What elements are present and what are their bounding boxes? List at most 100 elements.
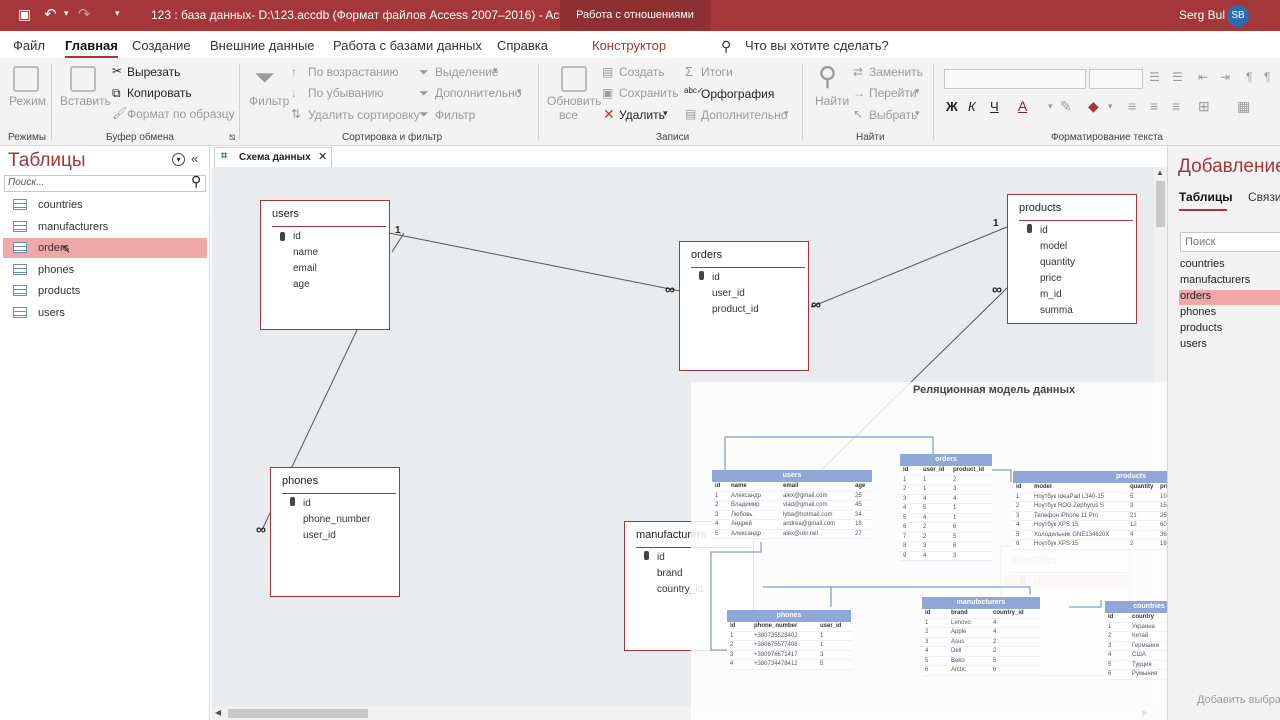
new-record-button[interactable]: Создать [619, 65, 665, 79]
sort-asc-button[interactable]: По возрастанию [308, 65, 399, 79]
nav-item-manufacturers[interactable]: manufacturers [3, 217, 207, 237]
add-item-manufacturers[interactable]: manufacturers [1179, 274, 1280, 289]
view-button[interactable]: Режим [9, 94, 46, 108]
close-tab-icon[interactable]: ✕ [318, 150, 327, 163]
align-left-icon[interactable]: ≡ [1128, 98, 1136, 114]
add-item-products[interactable]: products [1179, 322, 1280, 337]
bullets-icon[interactable]: ☰ [1149, 70, 1160, 84]
field-user-id[interactable]: user_id [712, 288, 745, 299]
refresh-all-button[interactable]: Обновить [547, 94, 601, 108]
select-button[interactable]: Выбрать [869, 108, 917, 122]
save-icon[interactable]: ▣ [18, 6, 31, 23]
field-price[interactable]: price [1040, 273, 1062, 284]
tab-relationships[interactable]: ⌗ Схема данных ✕ [214, 147, 332, 167]
cut-button[interactable]: Вырезать [127, 65, 180, 79]
font-name-select[interactable] [944, 69, 1086, 89]
scroll-left-icon[interactable]: ◀ [215, 708, 221, 717]
remove-sort-button[interactable]: Удалить сортировку [308, 108, 420, 122]
sort-desc-button[interactable]: По убыванию [308, 86, 384, 100]
alt-row-color-icon[interactable]: ▦ [1237, 98, 1250, 115]
scroll-up-icon[interactable]: ▲ [1156, 168, 1164, 177]
tab-external-data[interactable]: Внешние данные [210, 38, 315, 53]
indent-decrease-icon[interactable]: ⇤ [1198, 70, 1208, 84]
field-id[interactable]: id [293, 231, 301, 242]
copy-button[interactable]: Копировать [127, 86, 192, 100]
nav-item-phones[interactable]: phones [3, 260, 207, 280]
add-selected-button[interactable]: Добавить выбра [1197, 694, 1280, 706]
field-brand[interactable]: brand [657, 568, 683, 579]
fill-color-icon[interactable]: ◆ [1088, 98, 1099, 115]
tab-tables[interactable]: Таблицы [1179, 190, 1232, 204]
nav-menu-icon[interactable]: ▾ [172, 153, 185, 166]
field-quantity[interactable]: quantity [1040, 257, 1075, 268]
clipboard-launcher-icon[interactable]: ⧅ [229, 132, 235, 143]
save-record-button[interactable]: Сохранить [619, 86, 679, 100]
nav-item-orders[interactable]: orders ↖ [3, 238, 207, 258]
selection-button[interactable]: Выделение [435, 65, 499, 79]
tab-design[interactable]: Конструктор [592, 38, 666, 53]
tell-me-search[interactable]: Что вы хотите сделать? [745, 38, 889, 53]
undo-icon[interactable]: ↶ [44, 5, 57, 23]
tab-help[interactable]: Справка [497, 38, 548, 53]
text-direction-icon[interactable]: ¶ [1246, 70, 1252, 84]
table-card-products[interactable]: products id model quantity price m_id su… [1007, 194, 1137, 324]
tab-file[interactable]: Файл [13, 38, 45, 53]
underline-button[interactable]: Ч [990, 99, 999, 114]
replace-button[interactable]: Заменить [869, 65, 923, 79]
avatar[interactable]: SB [1227, 5, 1249, 27]
font-size-select[interactable] [1089, 69, 1143, 89]
gridlines-icon[interactable]: ⊞ [1198, 98, 1210, 115]
add-tables-search-input[interactable]: Поиск [1180, 232, 1280, 252]
table-card-users[interactable]: users id name email age [260, 200, 390, 330]
field-id[interactable]: id [303, 498, 311, 509]
scrollbar-thumb[interactable] [228, 709, 368, 718]
indent-increase-icon[interactable]: ⇥ [1220, 70, 1230, 84]
more-records-button[interactable]: Дополнительно [701, 108, 787, 122]
field-id[interactable]: id [712, 272, 720, 283]
toggle-filter-button[interactable]: Фильтр [435, 108, 475, 122]
add-item-orders[interactable]: orders [1179, 290, 1280, 305]
field-product-id[interactable]: product_id [712, 304, 759, 315]
scrollbar-thumb[interactable] [1156, 181, 1165, 227]
format-painter-button[interactable]: Формат по образцу [127, 107, 235, 121]
field-model[interactable]: model [1040, 241, 1067, 252]
totals-button[interactable]: Итоги [701, 65, 733, 79]
field-id[interactable]: id [657, 552, 665, 563]
align-right-icon[interactable]: ≡ [1172, 98, 1180, 114]
find-button[interactable]: Найти [815, 94, 849, 108]
collapse-pane-icon[interactable]: « [191, 151, 198, 166]
field-m-id[interactable]: m_id [1040, 289, 1062, 300]
tab-home[interactable]: Главная [65, 38, 118, 59]
field-phone-number[interactable]: phone_number [303, 514, 370, 525]
numbering-icon[interactable]: ☰ [1172, 70, 1183, 84]
rtl-icon[interactable]: ¶ [1264, 70, 1270, 84]
relation-line-users-orders[interactable] [388, 232, 681, 292]
table-card-phones[interactable]: phones id phone_number user_id [270, 467, 400, 597]
align-center-icon[interactable]: ≡ [1150, 98, 1158, 114]
tab-queries[interactable]: Связи [1248, 190, 1280, 204]
relation-line-orders-products[interactable] [810, 226, 1008, 308]
italic-button[interactable]: К [968, 99, 976, 114]
add-item-phones[interactable]: phones [1179, 306, 1280, 321]
filter-button[interactable]: Фильтр [249, 94, 289, 108]
nav-item-countries[interactable]: countries [3, 195, 207, 215]
field-name[interactable]: name [293, 247, 318, 258]
highlight-icon[interactable]: ✎ [1060, 98, 1072, 115]
add-item-users[interactable]: users [1179, 338, 1280, 353]
add-item-countries[interactable]: countries [1179, 258, 1280, 273]
tab-database-tools[interactable]: Работа с базами данных [333, 38, 482, 53]
tab-create[interactable]: Создание [132, 38, 191, 53]
spelling-button[interactable]: Орфография [701, 87, 774, 101]
font-color-icon[interactable]: A [1018, 98, 1027, 114]
field-summa[interactable]: summa [1040, 305, 1073, 316]
field-age[interactable]: age [293, 279, 310, 290]
undo-dropdown-icon[interactable]: ▾ [64, 8, 69, 19]
customize-qat-icon[interactable]: ▾ [115, 8, 120, 19]
paste-button[interactable]: Вставить [60, 94, 111, 108]
nav-search-input[interactable]: Поиск... [4, 175, 206, 192]
bold-button[interactable]: Ж [946, 99, 958, 114]
search-icon[interactable]: ⚲ [191, 173, 201, 190]
advanced-filter-button[interactable]: Дополнительно [435, 86, 521, 100]
nav-item-users[interactable]: users [3, 303, 207, 323]
nav-item-products[interactable]: products [3, 281, 207, 301]
